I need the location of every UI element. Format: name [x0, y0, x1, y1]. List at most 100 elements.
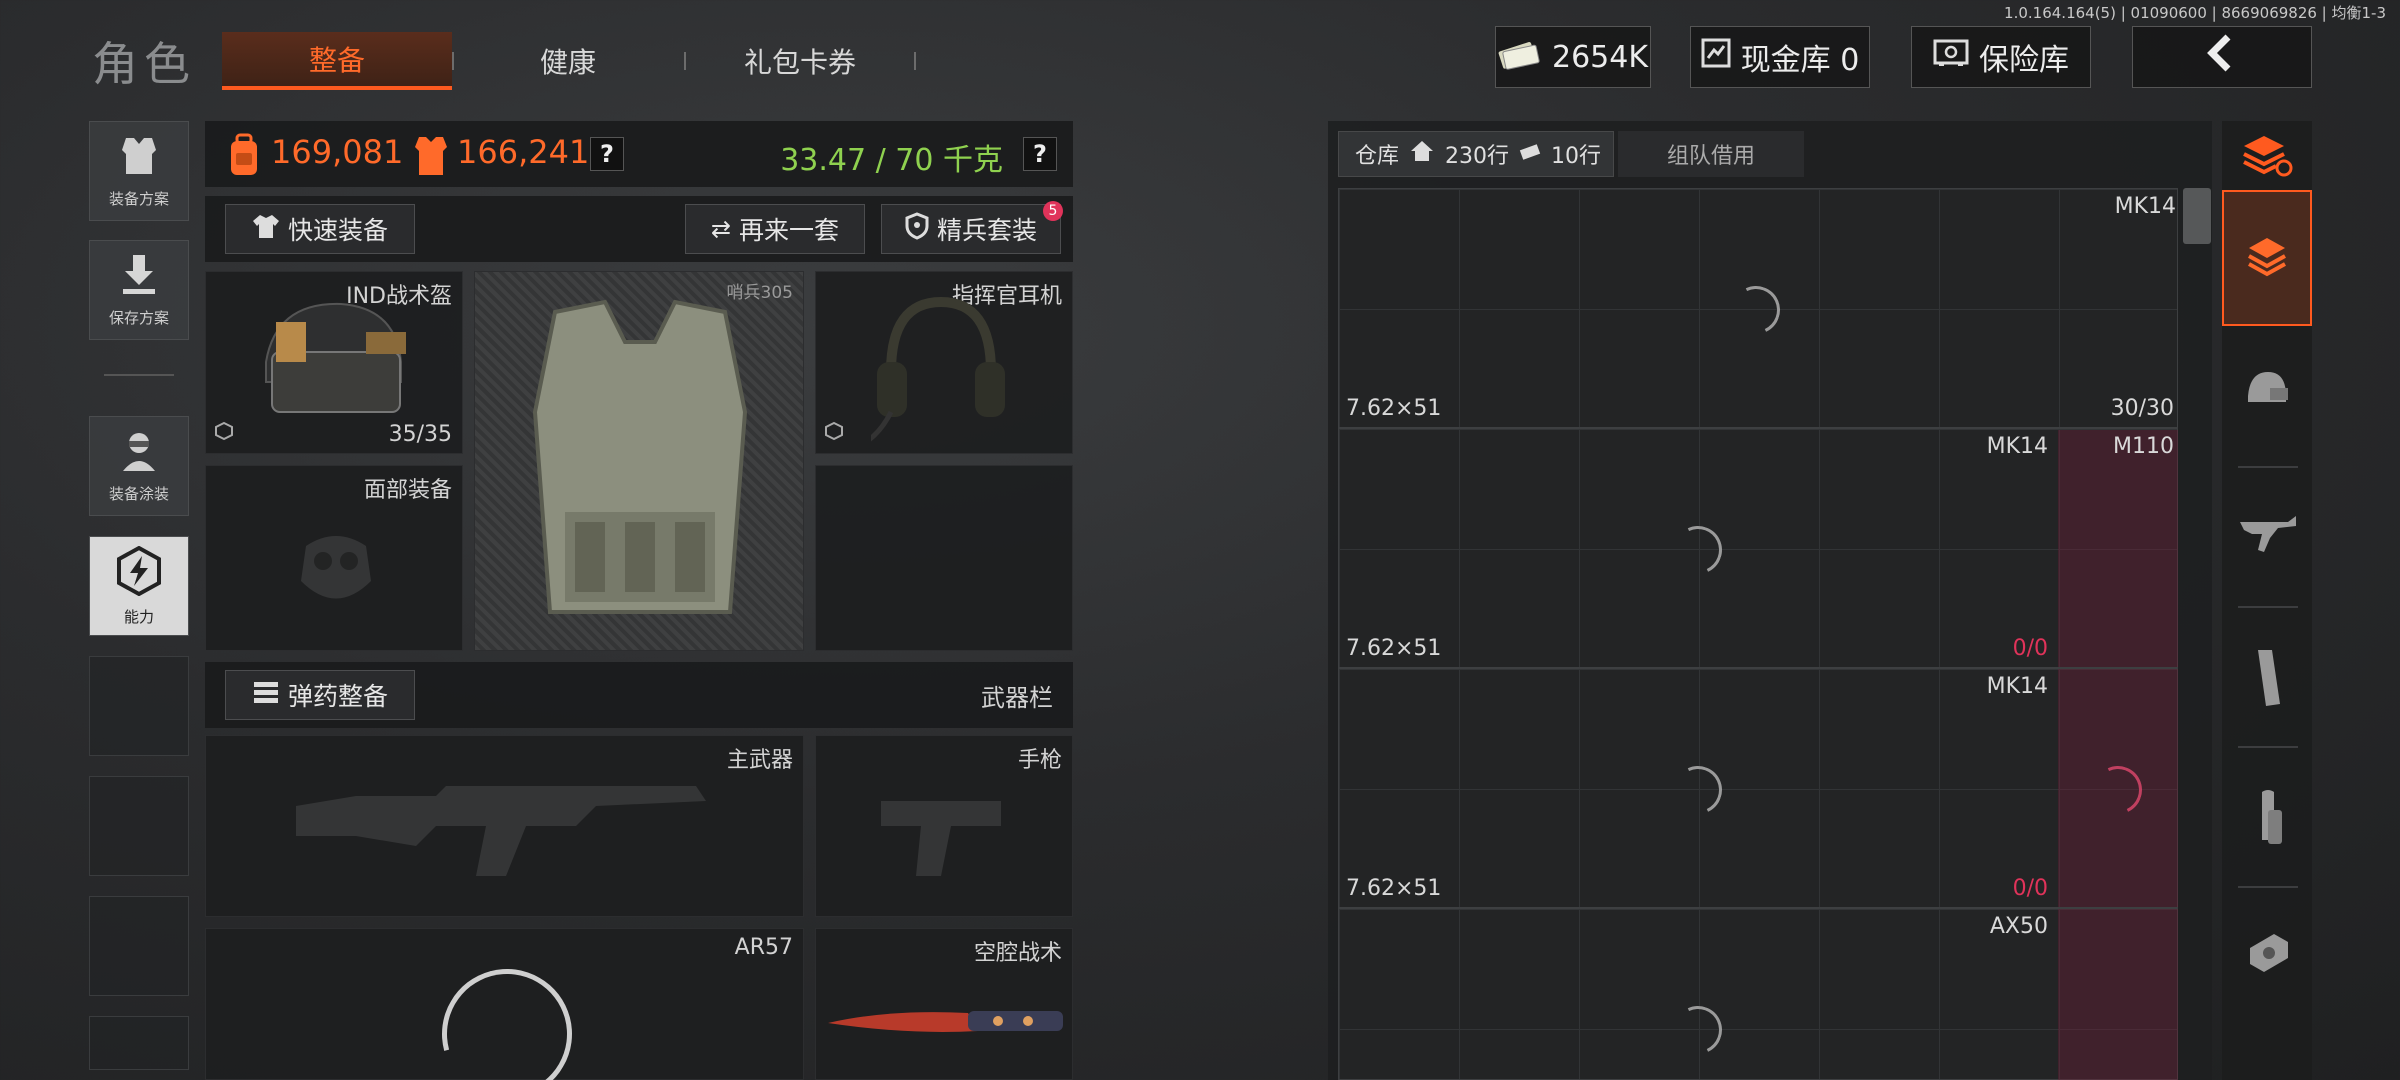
- back-button[interactable]: [2132, 26, 2312, 88]
- cash-vault-button[interactable]: 现金库 0: [1690, 26, 1870, 88]
- cube-icon: [214, 421, 234, 445]
- back-arrow-icon: [2202, 33, 2242, 81]
- ticket-icon: [1519, 142, 1541, 167]
- sidebar-empty-slot: [89, 776, 189, 876]
- elite-set-label: 精兵套装: [936, 216, 1037, 245]
- helmet-category-icon[interactable]: [2244, 368, 2290, 416]
- pistol-icon: [881, 791, 1011, 885]
- sidebar-item-label: 保存方案: [108, 308, 169, 327]
- ammo-category-icon[interactable]: [2252, 790, 2286, 850]
- sidebar-item-label: 装备涂装: [108, 484, 169, 503]
- item-name: MK14: [1986, 674, 2048, 699]
- category-all[interactable]: [2222, 190, 2312, 326]
- helmet-icon: [246, 292, 416, 436]
- face-gear-slot[interactable]: 面部装备: [205, 465, 463, 651]
- gas-mask-icon: [291, 526, 381, 620]
- safe-box-label: 保险库: [1979, 43, 2069, 78]
- layers-icon: [2245, 234, 2289, 282]
- currency-amount: 2654K: [1551, 39, 1649, 75]
- warehouse-tickets: 10行: [1551, 144, 1602, 169]
- ammo-prep-label: 弹药整备: [287, 682, 388, 711]
- value-help-button[interactable]: ?: [590, 137, 624, 171]
- item-name: AX50: [1989, 914, 2048, 939]
- armor-slot[interactable]: 哨兵305: [474, 271, 804, 651]
- empty-gear-slot[interactable]: [815, 465, 1073, 651]
- headset-icon: [864, 292, 1011, 446]
- sidebar-item-skins[interactable]: 装备涂装: [89, 416, 189, 516]
- melee-slot[interactable]: 空腔战术: [815, 928, 1073, 1080]
- item-name: MK14: [2114, 194, 2176, 219]
- page-title: 角色: [92, 37, 196, 91]
- vault-icon: [1701, 38, 1731, 76]
- secondary-weapon-label: AR57: [734, 935, 793, 960]
- sort-layers-icon[interactable]: [2240, 132, 2294, 184]
- team-borrow-tab[interactable]: 组队借用: [1618, 131, 1804, 177]
- item-caliber: 7.62×51: [1346, 876, 1442, 901]
- sidebar-empty-slot: [89, 1016, 189, 1070]
- elite-set-button[interactable]: 精兵套装: [881, 204, 1061, 254]
- item-name: MK14: [1986, 434, 2048, 459]
- weight-help-button[interactable]: ?: [1023, 137, 1057, 171]
- weapons-section-label: 武器栏: [981, 684, 1053, 712]
- rifle-icon: [296, 766, 716, 900]
- headset-slot[interactable]: 指挥官耳机: [815, 271, 1073, 454]
- safe-icon: [1933, 39, 1969, 75]
- refresh-icon: ⇄: [710, 215, 732, 243]
- weapons-header: 弹药整备 武器栏: [205, 662, 1073, 728]
- helmet-durability: 35/35: [388, 422, 452, 447]
- attachment-category-icon[interactable]: [2244, 928, 2294, 982]
- primary-weapon-slot[interactable]: 主武器: [205, 735, 804, 917]
- sidebar-item-save-plan[interactable]: 保存方案: [89, 240, 189, 340]
- lightning-icon: [114, 545, 164, 600]
- pistol-label: 手枪: [1017, 748, 1062, 773]
- cash-icon: [1498, 36, 1542, 78]
- sidebar-item-loadout-plan[interactable]: 装备方案: [89, 121, 189, 221]
- ammo-prep-button[interactable]: 弹药整备: [225, 670, 415, 720]
- ammo-icon: [252, 679, 280, 711]
- sidebar-empty-slot: [89, 656, 189, 756]
- magazine-category-icon[interactable]: [2250, 648, 2284, 712]
- rail-divider: [2238, 746, 2298, 748]
- rail-divider: [2238, 466, 2298, 468]
- sidebar-item-abilities[interactable]: 能力: [89, 536, 189, 636]
- safe-box-button[interactable]: 保险库: [1911, 26, 2091, 88]
- shield-icon: [905, 212, 929, 246]
- warehouse-tab[interactable]: 仓库 230行 10行: [1338, 131, 1614, 177]
- download-icon: [119, 253, 159, 301]
- armor-value-icon: [413, 133, 449, 181]
- face-gear-label: 面部装备: [363, 478, 452, 503]
- elite-badge: 5: [1043, 201, 1063, 221]
- tab-gift-cards[interactable]: 礼包卡券: [685, 32, 915, 90]
- sidebar-item-label: 能力: [123, 607, 154, 626]
- quick-equip-button[interactable]: 快速装备: [225, 204, 415, 254]
- item-caliber: 7.62×51: [1346, 636, 1442, 661]
- currency-display[interactable]: 2654K: [1495, 26, 1651, 88]
- pistol-slot[interactable]: 手枪: [815, 735, 1073, 917]
- warehouse-capacity: 230行: [1445, 144, 1510, 169]
- soldier-icon: [117, 429, 161, 477]
- rifle-category-icon[interactable]: [2238, 512, 2298, 560]
- equip-again-button[interactable]: ⇄ 再来一套: [685, 204, 865, 254]
- sidebar-empty-slot: [89, 896, 189, 996]
- row-divider: [1338, 427, 2178, 429]
- item-caliber: 7.62×51: [1346, 396, 1442, 421]
- version-text: 1.0.164.164(5) | 01090600 | 8669069826 |…: [2004, 4, 2386, 22]
- equip-again-label: 再来一套: [739, 216, 840, 245]
- vest-icon: [515, 292, 765, 646]
- cash-vault-label: 现金库 0: [1740, 43, 1860, 78]
- backpack-icon: [225, 133, 263, 181]
- sidebar-divider: [104, 374, 174, 376]
- item-name: M110: [2113, 434, 2174, 459]
- tab-health[interactable]: 健康: [453, 32, 683, 90]
- action-bar: 快速装备 ⇄ 再来一套 精兵套装 5: [205, 196, 1073, 262]
- highlighted-column: [2058, 430, 2178, 1080]
- warehouse-scrollbar[interactable]: [2183, 188, 2211, 244]
- tab-divider: [914, 52, 916, 70]
- cube-icon: [824, 421, 844, 445]
- helmet-slot[interactable]: IND战术盔 35/35: [205, 271, 463, 454]
- stats-bar: 169,081 166,241 ? 33.47 / 70 千克 ?: [205, 121, 1073, 187]
- weight-display: 33.47 / 70 千克: [780, 143, 1003, 178]
- sidebar-item-label: 装备方案: [108, 189, 169, 208]
- tab-equip[interactable]: 整备: [222, 32, 452, 90]
- secondary-weapon-slot[interactable]: AR57: [205, 928, 804, 1080]
